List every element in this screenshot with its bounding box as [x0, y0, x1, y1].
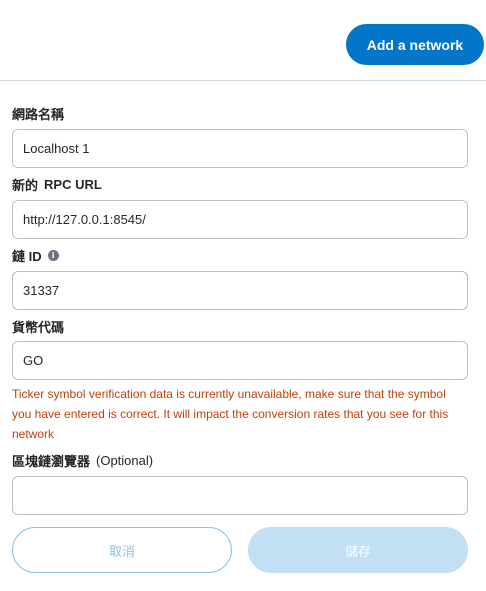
currency-symbol-field[interactable] — [12, 341, 468, 380]
network-name-field[interactable] — [12, 129, 468, 168]
header-bar: Add a network — [0, 0, 486, 81]
rpc-url-label-prefix: 新的 — [12, 178, 39, 193]
block-explorer-field[interactable] — [12, 476, 468, 515]
currency-symbol-label-text: 貨幣代碼 — [12, 320, 65, 335]
ticker-warning-text: Ticker symbol verification data is curre… — [12, 387, 449, 441]
info-icon[interactable]: i — [47, 250, 59, 261]
rpc-url-label-suffix: RPC URL — [44, 177, 102, 192]
chain-id-field[interactable] — [12, 271, 468, 310]
save-button[interactable]: 儲存 — [248, 527, 468, 573]
explorer-label-prefix: 區塊鏈瀏覽器 — [12, 454, 91, 469]
network-name-label: 網路名稱 — [12, 104, 64, 123]
cancel-button[interactable]: 取消 — [12, 527, 232, 573]
add-network-button[interactable]: Add a network — [346, 24, 484, 65]
explorer-label-optional: (Optional) — [96, 453, 154, 468]
currency-symbol-label: 貨幣代碼 — [12, 317, 64, 336]
rpc-url-label: 新的 RPC URL — [12, 175, 102, 194]
explorer-label: 區塊鏈瀏覽器 (Optional) — [12, 451, 153, 470]
network-name-label-text: 網路名稱 — [12, 107, 65, 122]
rpc-url-field[interactable] — [12, 200, 468, 239]
chain-id-label: 鏈 ID i — [12, 246, 59, 265]
chain-id-label-text: 鏈 ID — [12, 249, 42, 264]
